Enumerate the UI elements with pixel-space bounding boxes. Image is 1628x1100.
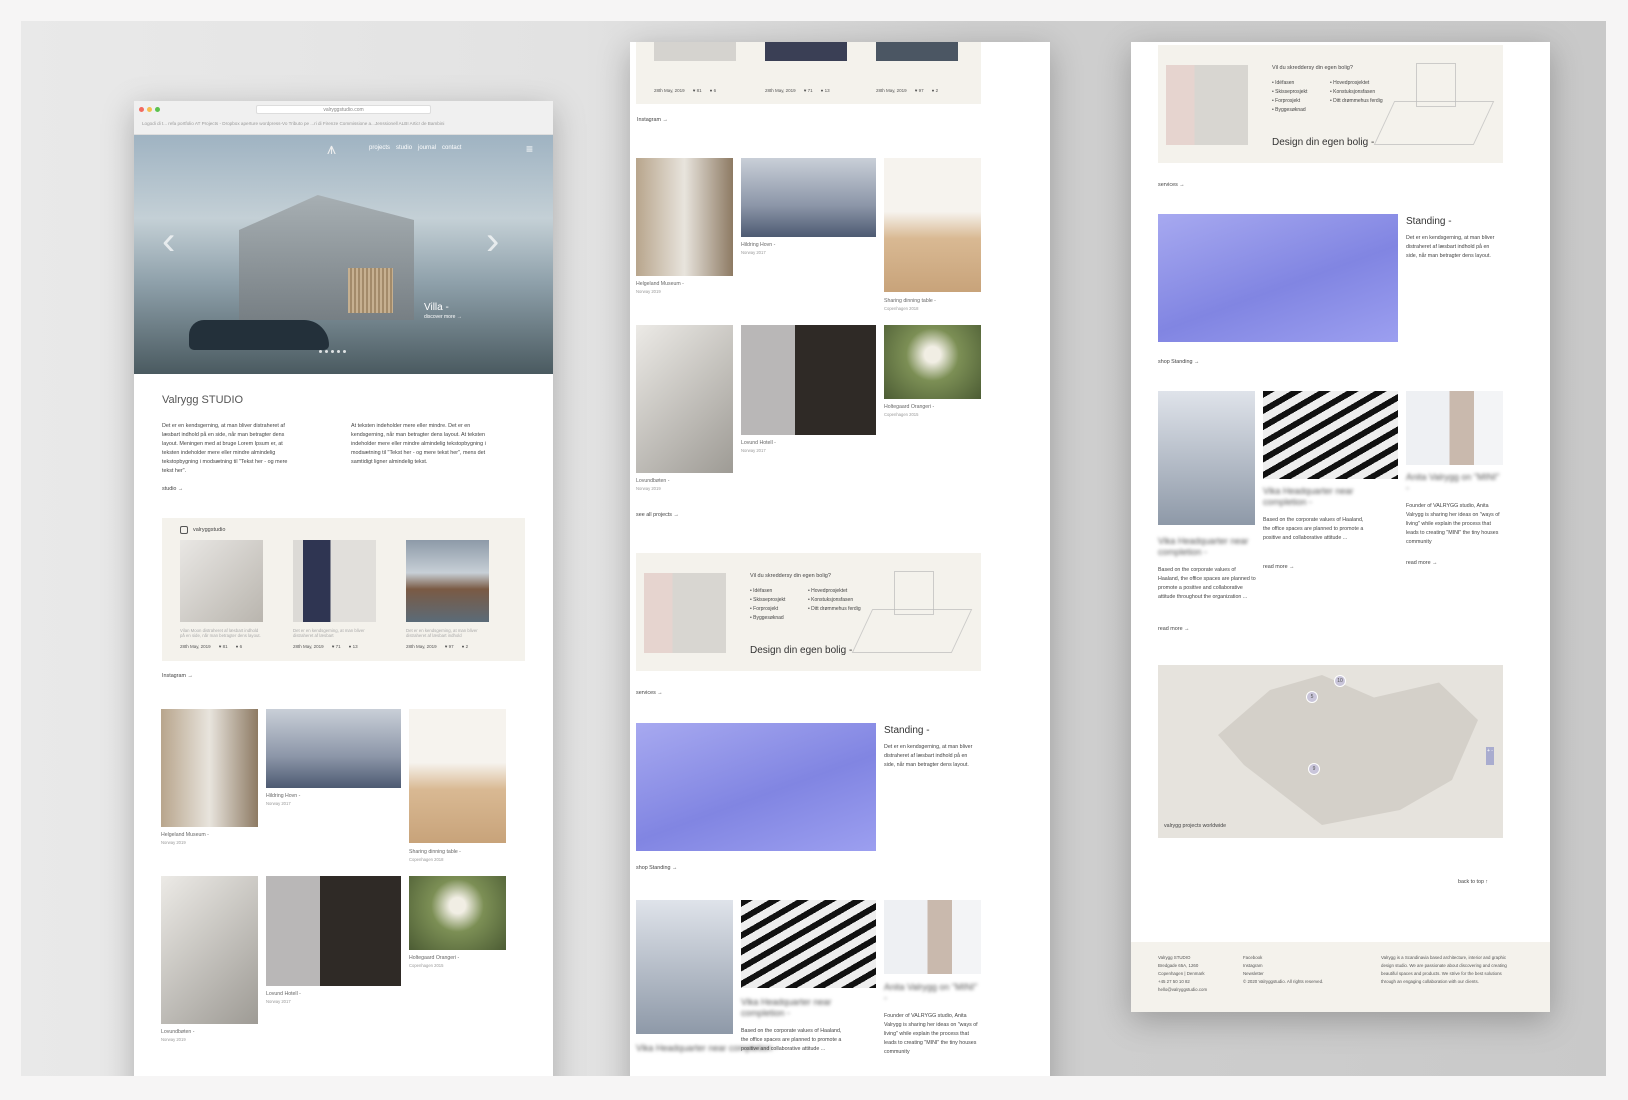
project-image[interactable] bbox=[636, 158, 733, 276]
footer-links: Facebook Instagram Newsletter © 2020 Val… bbox=[1243, 954, 1323, 986]
read-more-link[interactable]: read more → bbox=[1406, 560, 1437, 566]
homepage-browser-window: valryggstudio.com Logodi di t... refa po… bbox=[134, 101, 553, 1076]
instagram-link[interactable]: Instagram → bbox=[637, 117, 668, 123]
project-image[interactable] bbox=[161, 876, 258, 1024]
slider-dots[interactable] bbox=[319, 350, 346, 353]
browser-toolbar: valryggstudio.com Logodi di t... refa po… bbox=[134, 101, 553, 135]
bookmarks-bar[interactable]: Logodi di t... refa portfolio AT Project… bbox=[142, 121, 444, 126]
journal-image[interactable] bbox=[884, 900, 981, 974]
read-more-link[interactable]: read more → bbox=[1158, 626, 1189, 632]
nav-contact[interactable]: contact bbox=[442, 145, 461, 151]
nav-studio[interactable]: studio bbox=[396, 145, 412, 151]
window-controls[interactable] bbox=[139, 107, 160, 112]
nav-projects[interactable]: projects bbox=[369, 145, 390, 151]
hero-slider[interactable]: ⩚ projects studio journal contact ≡ ‹ › … bbox=[134, 135, 553, 374]
see-all-projects-link[interactable]: see all projects → bbox=[636, 512, 679, 518]
map-label: valrygg projects worldwide bbox=[1164, 823, 1227, 829]
hamburger-icon[interactable]: ≡ bbox=[526, 143, 533, 155]
footer-copyright: © 2020 Valryggstudio. All rights reserve… bbox=[1243, 979, 1324, 984]
studio-link[interactable]: studio → bbox=[162, 486, 525, 492]
project-image[interactable] bbox=[161, 709, 258, 827]
journal-image[interactable] bbox=[741, 900, 876, 988]
shop-standing-link[interactable]: shop Standing → bbox=[1158, 359, 1199, 365]
instagram-post[interactable]: Det er en kendsgerning, at man bliver di… bbox=[406, 540, 489, 649]
footer-instagram-link[interactable]: Instagram bbox=[1243, 962, 1323, 970]
instagram-feed: 28th May, 2019 ♥ 81 ● 6 28th May, 2019 ♥ 71… bbox=[636, 42, 981, 104]
map-marker[interactable]: 9 bbox=[1308, 763, 1320, 775]
project-image[interactable] bbox=[266, 876, 401, 986]
instagram-post[interactable]: Det er en kendsgerning, at man bliver di… bbox=[293, 540, 376, 649]
map-marker[interactable]: 10 bbox=[1334, 675, 1346, 687]
chevron-right-icon[interactable]: › bbox=[486, 219, 499, 264]
journal-image[interactable] bbox=[1158, 391, 1255, 525]
standing-desc: Det er en kendsgerning, at man bliver di… bbox=[884, 744, 973, 768]
main-nav: projects studio journal contact bbox=[369, 145, 461, 151]
footer-about: Valrygg is a Scandinavia based architect… bbox=[1381, 955, 1507, 984]
footer-newsletter-link[interactable]: Newsletter bbox=[1243, 970, 1323, 978]
footer-facebook-link[interactable]: Facebook bbox=[1243, 954, 1323, 962]
project-image[interactable] bbox=[884, 158, 981, 292]
scroll-panel-right: Vil du skreddersy din egen bolig? • Idéf… bbox=[1131, 42, 1550, 1012]
chevron-left-icon[interactable]: ‹ bbox=[162, 219, 175, 264]
footer-address: Valrygg STUDIO Bredgade 65A, 1260 Copenhag… bbox=[1158, 955, 1208, 992]
presentation-stage: valryggstudio.com Logodi di t... refa po… bbox=[21, 21, 1606, 1076]
project-image[interactable] bbox=[409, 876, 506, 950]
hero-car-image bbox=[189, 320, 329, 350]
standing-title: Standing - bbox=[1406, 216, 1452, 227]
project-image[interactable] bbox=[266, 709, 401, 788]
instagram-icon bbox=[180, 526, 188, 534]
services-link[interactable]: services → bbox=[636, 690, 663, 696]
address-bar[interactable]: valryggstudio.com bbox=[256, 105, 431, 114]
read-more-link[interactable]: read more → bbox=[1263, 564, 1294, 570]
hero-discover-link[interactable]: discover more → bbox=[424, 314, 462, 320]
studio-title: Valrygg STUDIO bbox=[162, 394, 244, 406]
hero-caption: Villa - discover more → bbox=[424, 302, 462, 320]
projects-map[interactable]: 5 10 9 + - valrygg projects worldwide bbox=[1158, 665, 1503, 838]
nav-journal[interactable]: journal bbox=[418, 145, 436, 151]
instagram-handle[interactable]: valryggstudio bbox=[193, 527, 225, 533]
studio-text-1: Det er en kendsgerning, at man bliver di… bbox=[162, 423, 288, 474]
studio-text-2: At teksten indeholder mere eller mindre.… bbox=[351, 423, 486, 465]
shop-standing-link[interactable]: shop Standing → bbox=[636, 865, 677, 871]
project-image[interactable] bbox=[741, 325, 876, 435]
projects-grid: Helgeland Museum - Norway 2019 Hildring H… bbox=[134, 709, 553, 1042]
hero-house-image bbox=[239, 195, 414, 320]
services-link[interactable]: services → bbox=[1158, 182, 1185, 188]
project-image[interactable] bbox=[884, 325, 981, 399]
scroll-panel-middle: 28th May, 2019 ♥ 81 ● 6 28th May, 2019 ♥ 71… bbox=[630, 42, 1050, 1076]
standing-title: Standing - bbox=[884, 725, 930, 736]
services-banner[interactable]: Vil du skreddersy din egen bolig? • Idéf… bbox=[636, 553, 981, 671]
standing-desc: Det er en kendsgerning, at man bliver di… bbox=[1406, 235, 1495, 259]
instagram-link[interactable]: Instagram → bbox=[162, 673, 525, 679]
journal-image[interactable] bbox=[1263, 391, 1398, 479]
standing-product-image[interactable] bbox=[1158, 214, 1398, 342]
standing-product-image[interactable] bbox=[636, 723, 876, 851]
map-zoom-control[interactable]: + - bbox=[1486, 747, 1494, 765]
instagram-feed: valryggstudio Vilan Moon distraheret af … bbox=[162, 518, 525, 661]
instagram-post[interactable]: Vilan Moon distraheret af læsbart indhol… bbox=[180, 540, 263, 649]
map-marker[interactable]: 5 bbox=[1306, 691, 1318, 703]
project-image[interactable] bbox=[409, 709, 506, 843]
journal-image[interactable] bbox=[1406, 391, 1503, 465]
services-banner[interactable]: Vil du skreddersy din egen bolig? • Idéf… bbox=[1158, 45, 1503, 163]
back-to-top-link[interactable]: back to top ↑ bbox=[1458, 879, 1488, 885]
hero-title: Villa - bbox=[424, 302, 449, 313]
journal-image[interactable] bbox=[636, 900, 733, 1034]
valrygg-logo-icon[interactable]: ⩚ bbox=[327, 141, 336, 159]
project-image[interactable] bbox=[741, 158, 876, 237]
project-image[interactable] bbox=[636, 325, 733, 473]
site-footer: Valrygg STUDIO Bredgade 65A, 1260 Copenhag… bbox=[1131, 942, 1550, 1012]
